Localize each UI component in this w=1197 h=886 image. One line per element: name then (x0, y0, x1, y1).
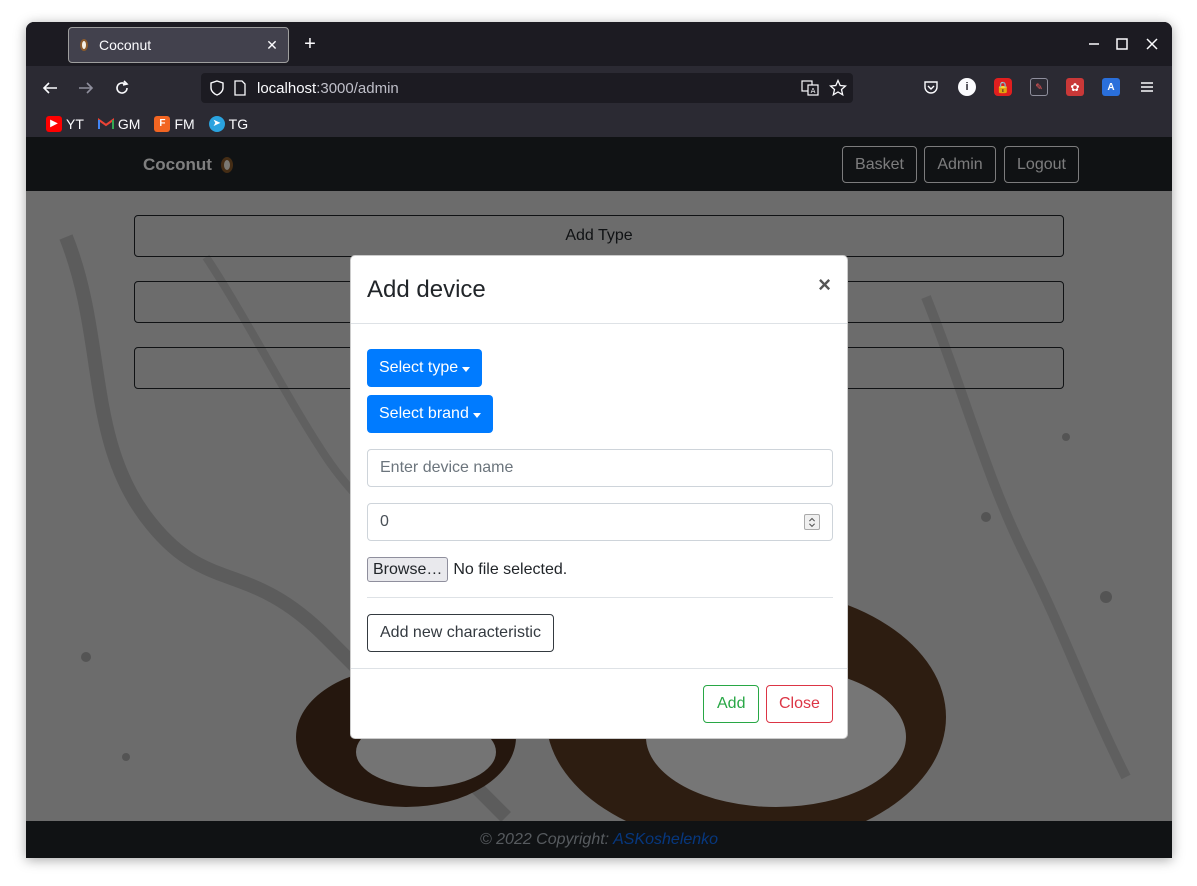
address-bar[interactable]: localhost:3000/admin A (201, 73, 853, 103)
screenshot-extension-icon[interactable]: ✎ (1030, 78, 1048, 96)
minimize-icon[interactable] (1084, 34, 1104, 54)
device-price-input[interactable]: 0 (367, 503, 833, 541)
tab-title: Coconut (99, 37, 152, 53)
select-type-label: Select type (379, 359, 459, 376)
device-price-value: 0 (380, 513, 389, 530)
select-brand-dropdown[interactable]: Select brand (367, 395, 493, 433)
bookmark-gmail[interactable]: GM (97, 115, 141, 132)
bookmarks-bar: ▶ YT GM F FM ➤ TG (26, 110, 1172, 137)
telegram-icon: ➤ (208, 115, 225, 132)
device-name-input[interactable]: Enter device name (367, 449, 833, 487)
bookmark-star-icon[interactable] (829, 79, 847, 97)
add-characteristic-button[interactable]: Add new characteristic (367, 614, 554, 652)
new-tab-icon[interactable]: + (298, 32, 322, 56)
bookmark-telegram[interactable]: ➤ TG (208, 115, 249, 132)
shield-extension-icon[interactable]: 🔒 (994, 78, 1012, 96)
select-brand-label: Select brand (379, 405, 469, 422)
bookmark-fm[interactable]: F FM (154, 115, 195, 132)
youtube-icon: ▶ (46, 115, 62, 132)
info-extension-icon[interactable]: i (958, 78, 976, 96)
add-device-modal: Add device × Select type Select brand En… (350, 255, 848, 739)
maximize-icon[interactable] (1112, 34, 1132, 54)
caret-down-icon (462, 366, 471, 372)
close-button[interactable]: Close (766, 685, 833, 723)
browser-toolbar: localhost:3000/admin A i 🔒 ✎ ✿ A (26, 66, 1172, 110)
pocket-icon[interactable] (922, 78, 940, 96)
translate-icon[interactable]: A (801, 79, 819, 97)
browser-window: Coconut ✕ + localhost:3000/admin A i 🔒 ✎ (26, 22, 1172, 858)
bookmark-label: FM (174, 115, 195, 132)
red-extension-icon[interactable]: ✿ (1066, 78, 1084, 96)
tab-close-icon[interactable]: ✕ (260, 37, 284, 54)
modal-header: Add device × (351, 256, 847, 324)
tab-strip: Coconut ✕ + (26, 22, 1172, 66)
page-content: Coconut Basket Admin Logout Add Type © 2… (26, 137, 1172, 858)
url-path: :3000/admin (316, 79, 399, 97)
url-host: localhost (257, 79, 317, 97)
file-status: No file selected. (453, 560, 568, 578)
divider (367, 597, 833, 598)
browse-button[interactable]: Browse… (367, 557, 449, 582)
modal-close-icon[interactable]: × (818, 272, 831, 298)
select-type-dropdown[interactable]: Select type (367, 349, 483, 387)
device-name-placeholder: Enter device name (380, 459, 514, 476)
translator-extension-icon[interactable]: A (1102, 78, 1120, 96)
add-button[interactable]: Add (703, 685, 760, 723)
page-icon (234, 80, 246, 96)
caret-down-icon (472, 412, 481, 418)
forward-icon[interactable] (74, 76, 98, 100)
bookmark-label: GM (117, 115, 141, 132)
window-close-icon[interactable] (1142, 34, 1162, 54)
gmail-icon (97, 116, 114, 132)
browser-tab[interactable]: Coconut ✕ (68, 27, 289, 63)
modal-footer: Add Close (351, 668, 847, 740)
back-icon[interactable] (38, 76, 62, 100)
number-spinner-icon[interactable] (804, 514, 820, 530)
bookmark-label: TG (228, 115, 249, 132)
reload-icon[interactable] (110, 76, 134, 100)
file-input[interactable]: Browse… No file selected. (367, 557, 567, 582)
coconut-favicon-icon (80, 39, 88, 51)
bookmark-label: YT (66, 115, 84, 132)
menu-icon[interactable] (1138, 78, 1156, 96)
modal-title: Add device (367, 275, 486, 303)
shield-icon[interactable] (209, 80, 225, 96)
bookmark-youtube[interactable]: ▶ YT (46, 115, 84, 132)
svg-text:A: A (811, 87, 816, 95)
fm-icon: F (154, 115, 171, 132)
